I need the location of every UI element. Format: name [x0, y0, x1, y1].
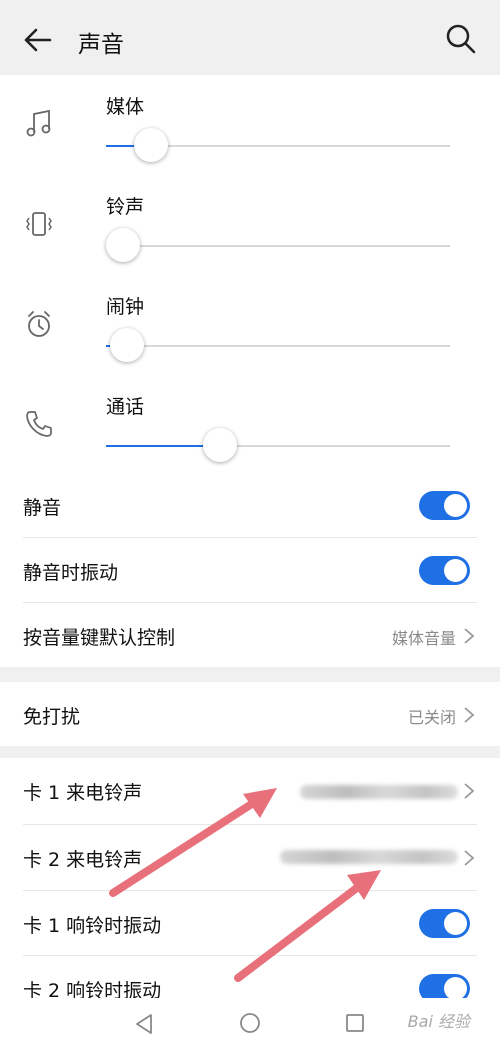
chevron-right-icon — [464, 707, 475, 723]
volume-ringtone-label: 铃声 — [106, 196, 145, 218]
phone-icon — [26, 411, 52, 437]
system-navbar: Bai 经验 — [0, 998, 500, 1051]
volume-key-label: 按音量键默认控制 — [23, 627, 176, 649]
dnd-row[interactable]: 免打扰 已关闭 — [0, 682, 500, 746]
volume-call-label: 通话 — [106, 396, 145, 418]
volume-call-slider[interactable] — [106, 428, 450, 462]
blurred-value — [300, 785, 458, 799]
volume-key-value: 媒体音量 — [391, 629, 456, 648]
volume-media: 媒体 — [0, 75, 500, 175]
sim1-vibrate-toggle[interactable] — [419, 909, 470, 938]
nav-back-icon[interactable] — [133, 1013, 155, 1035]
volume-media-slider[interactable] — [106, 128, 450, 162]
nav-home-icon[interactable] — [239, 1012, 261, 1034]
dnd-value: 已关闭 — [407, 708, 456, 727]
mute-label: 静音 — [23, 497, 62, 519]
chevron-right-icon — [464, 783, 475, 799]
page-title: 声音 — [78, 32, 124, 58]
volume-alarm-slider[interactable] — [106, 328, 450, 362]
dnd-panel: 免打扰 已关闭 — [0, 682, 500, 746]
mute-row[interactable]: 静音 — [0, 473, 500, 537]
volume-settings-panel: 媒体 铃声 闹钟 通话 静音 静音时振动 按音量键默认控制 媒体音量 — [0, 75, 500, 667]
chevron-right-icon — [464, 628, 475, 644]
slider-thumb[interactable] — [133, 128, 168, 162]
sim2-ringtone-row[interactable]: 卡 2 来电铃声 — [0, 825, 500, 889]
volume-alarm: 闹钟 — [0, 275, 500, 375]
volume-ringtone-slider[interactable] — [106, 228, 450, 262]
sim-ringtone-panel: 卡 1 来电铃声 卡 2 来电铃声 卡 1 响铃时振动 卡 2 响铃时振动 — [0, 758, 500, 1003]
back-arrow-icon[interactable] — [20, 22, 56, 58]
slider-thumb[interactable] — [202, 428, 237, 462]
volume-key-row[interactable]: 按音量键默认控制 媒体音量 — [0, 603, 500, 667]
search-icon[interactable] — [444, 22, 478, 56]
sim1-ringtone-label: 卡 1 来电铃声 — [23, 782, 143, 804]
toggle-knob — [444, 977, 467, 1000]
sim1-vibrate-label: 卡 1 响铃时振动 — [23, 915, 162, 937]
alarm-clock-icon — [28, 311, 50, 337]
vibrate-on-mute-label: 静音时振动 — [23, 562, 119, 584]
volume-alarm-label: 闹钟 — [106, 296, 145, 318]
sim2-ringtone-label: 卡 2 来电铃声 — [23, 849, 143, 871]
sim1-vibrate-row[interactable]: 卡 1 响铃时振动 — [0, 891, 500, 955]
mute-toggle[interactable] — [419, 491, 470, 520]
sim1-ringtone-row[interactable]: 卡 1 来电铃声 — [0, 758, 500, 822]
volume-media-label: 媒体 — [106, 96, 145, 118]
volume-ringtone: 铃声 — [0, 175, 500, 275]
vibrate-on-mute-toggle[interactable] — [419, 556, 470, 585]
toggle-knob — [444, 559, 467, 582]
toggle-knob — [444, 912, 467, 935]
vibrate-on-mute-row[interactable]: 静音时振动 — [0, 538, 500, 602]
app-header: 声音 — [0, 0, 500, 75]
nav-recents-icon[interactable] — [345, 1013, 365, 1033]
slider-thumb[interactable] — [109, 328, 144, 362]
vibrate-icon — [26, 212, 52, 236]
toggle-knob — [444, 494, 467, 517]
chevron-right-icon — [464, 850, 475, 866]
slider-thumb[interactable] — [106, 228, 140, 262]
music-note-icon — [26, 109, 51, 137]
watermark: Bai 经验 — [407, 1012, 470, 1031]
volume-call: 通话 — [0, 375, 500, 475]
blurred-value — [280, 850, 458, 864]
dnd-label: 免打扰 — [23, 706, 81, 728]
